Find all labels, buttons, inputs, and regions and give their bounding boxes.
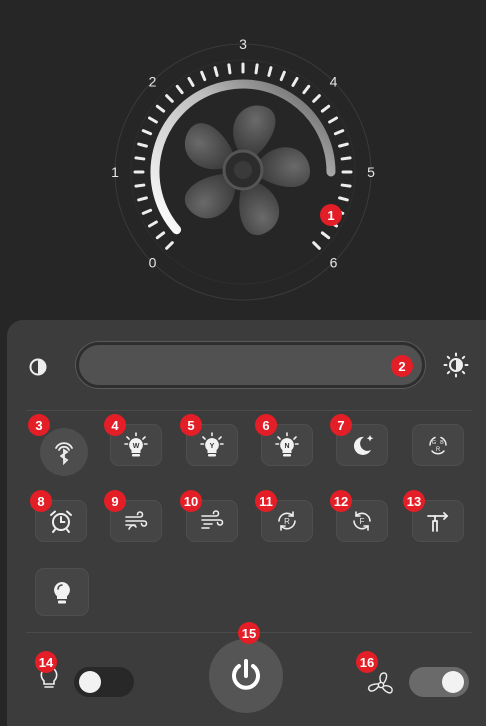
sun-icon <box>443 352 469 378</box>
natural-wind-icon <box>201 510 224 529</box>
dial-tick <box>340 183 352 188</box>
dial-tick <box>187 76 195 87</box>
dial-tick <box>147 220 158 228</box>
dial-tick <box>165 94 174 103</box>
dial-tick <box>333 129 345 136</box>
dial-scale-label: 6 <box>330 255 338 271</box>
svg-text:R: R <box>284 517 290 526</box>
bulb-white-icon: W <box>124 432 148 457</box>
power-icon <box>232 659 260 690</box>
bluetooth-pair-button[interactable] <box>40 428 88 476</box>
badge-13: 13 <box>403 490 425 512</box>
badge-12: 12 <box>330 490 352 512</box>
badge-6: 6 <box>255 414 277 436</box>
badge-2: 2 <box>391 355 413 377</box>
toggle-knob <box>79 671 101 693</box>
dial-tick <box>320 104 331 113</box>
dial-tick <box>213 66 219 77</box>
svg-text:G: G <box>432 440 436 446</box>
dial-tick <box>147 116 158 124</box>
ceiling-fan-icon <box>427 512 449 532</box>
svg-text:B: B <box>440 440 444 446</box>
fan-outline-icon <box>367 672 393 694</box>
dial-tick <box>137 142 148 148</box>
dial-tick <box>155 231 166 240</box>
dial-tick <box>134 156 146 161</box>
brightness-slider[interactable] <box>76 342 425 388</box>
dial-tick <box>254 63 259 75</box>
dial-tick <box>200 70 207 82</box>
dial-tick <box>338 142 349 148</box>
svg-text:F: F <box>360 517 365 526</box>
dial-scale-label: 0 <box>149 255 157 271</box>
reverse-icon: R <box>278 511 296 531</box>
svg-text:N: N <box>284 443 289 450</box>
badge-5: 5 <box>180 414 202 436</box>
dial-tick <box>141 208 153 215</box>
fan-blade <box>233 105 276 156</box>
speed-dial[interactable]: 0 1 2 3 4 5 6 <box>0 0 486 325</box>
badge-7: 7 <box>330 414 352 436</box>
badge-8: 8 <box>30 490 52 512</box>
badge-3: 3 <box>28 414 50 436</box>
badge-11: 11 <box>255 490 277 512</box>
dial-scale-label: 2 <box>149 73 157 89</box>
dial-tick <box>141 129 153 136</box>
badge-14: 14 <box>35 651 57 673</box>
dial-tick <box>175 84 184 95</box>
svg-text:R: R <box>436 447 441 453</box>
toggle-knob <box>442 671 464 693</box>
badge-4: 4 <box>104 414 126 436</box>
alarm-icon <box>50 510 72 533</box>
moon-icon <box>353 435 374 455</box>
fan-speed-area: 0 1 2 3 4 5 6 1 <box>0 0 486 325</box>
dial-tick <box>155 104 166 113</box>
power-button[interactable] <box>209 639 283 713</box>
divider-top <box>26 410 472 411</box>
fan-toggle[interactable] <box>409 667 469 697</box>
svg-text:W: W <box>133 443 140 450</box>
bulb-yellow-icon: Y <box>200 432 224 457</box>
badge-1: 1 <box>320 204 342 226</box>
bulb-icon <box>54 582 70 604</box>
dial-tick <box>227 63 232 75</box>
dial-scale-label: 3 <box>239 36 247 52</box>
light-button[interactable] <box>35 568 89 616</box>
bluetooth-pair-icon <box>55 442 73 465</box>
badge-15: 15 <box>238 622 260 644</box>
dial-scale-label: 1 <box>111 164 119 180</box>
dial-tick <box>137 196 148 202</box>
breeze-icon <box>125 511 148 530</box>
dial-tick <box>165 241 174 250</box>
dial-tick <box>320 231 331 240</box>
light-toggle[interactable] <box>74 667 134 697</box>
forward-icon: F <box>353 511 371 531</box>
dial-tick <box>134 183 146 188</box>
dial-tick <box>338 196 349 202</box>
dial-tick <box>267 66 273 77</box>
badge-9: 9 <box>104 490 126 512</box>
fan-blade <box>258 147 311 188</box>
dial-tick <box>291 76 299 87</box>
rgb-cycle-button[interactable]: G B R <box>412 424 464 466</box>
dial-tick <box>302 84 311 95</box>
dial-tick <box>340 156 352 161</box>
dial-tick <box>312 94 321 103</box>
dial-tick <box>312 241 321 250</box>
dial-scale-label: 4 <box>330 73 338 89</box>
badge-10: 10 <box>180 490 202 512</box>
fan-icon <box>185 105 311 235</box>
dial-scale-label: 5 <box>367 164 375 180</box>
rgb-cycle-icon: G B R <box>429 436 447 455</box>
badge-16: 16 <box>356 651 378 673</box>
contrast-icon <box>29 358 47 376</box>
dial-tick <box>279 70 286 82</box>
bulb-neutral-icon: N <box>275 432 299 457</box>
svg-text:Y: Y <box>210 443 215 450</box>
dial-tick <box>328 116 339 124</box>
